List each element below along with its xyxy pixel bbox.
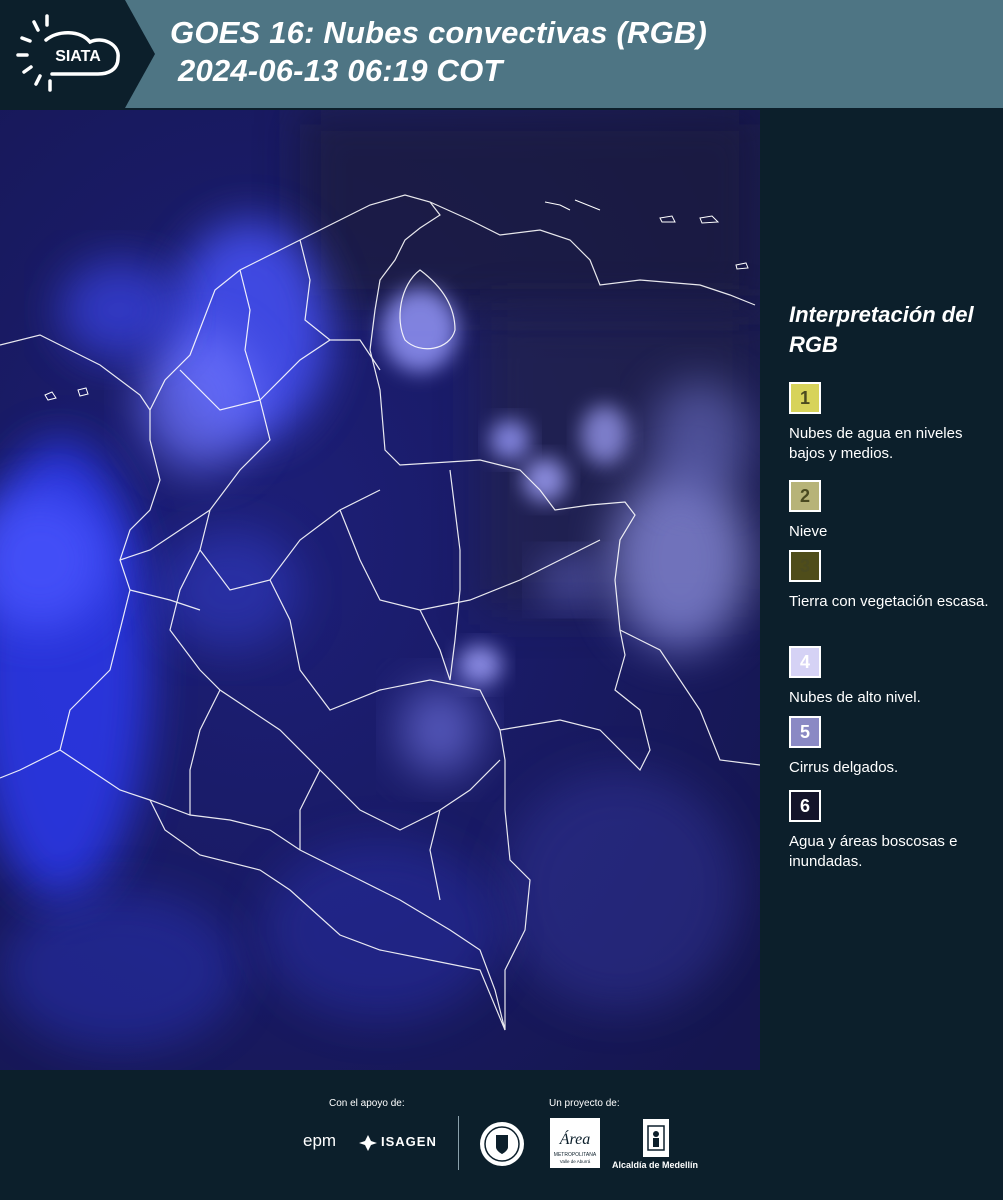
svg-text:Área: Área — [559, 1129, 591, 1148]
svg-text:Valle de Aburrá: Valle de Aburrá — [560, 1159, 591, 1164]
legend-title: Interpretación del RGB — [789, 302, 974, 357]
legend-swatch: 1 — [789, 382, 821, 414]
satellite-map — [0, 110, 760, 1070]
title-line-2: 2024-06-13 06:19 COT — [178, 53, 503, 88]
legend-swatch: 2 — [789, 480, 821, 512]
page-title: GOES 16: Nubes convectivas (RGB) 2024-06… — [170, 14, 707, 90]
isagen-logo-icon — [359, 1135, 377, 1151]
logo-block: SIATA — [0, 0, 155, 108]
legend-item-5: 5 Cirrus delgados. — [789, 716, 989, 778]
alcaldia-label: Alcaldía de Medellín — [612, 1160, 699, 1170]
svg-text:METROPOLITANA: METROPOLITANA — [554, 1152, 597, 1158]
legend-swatch: 3 — [789, 550, 821, 582]
header-bar: SIATA GOES 16: Nubes convectivas (RGB) 2… — [0, 0, 1003, 108]
title-line-1: GOES 16: Nubes convectivas (RGB) — [170, 15, 708, 50]
legend-swatch: 4 — [789, 646, 821, 678]
legend-label: Nubes de agua en niveles bajos y medios. — [789, 425, 963, 462]
legend-label: Tierra con vegetación escasa. — [789, 593, 989, 610]
legend-item-4: 4 Nubes de alto nivel. — [789, 646, 989, 708]
footer-divider — [458, 1116, 459, 1170]
legend-label: Nubes de alto nivel. — [789, 689, 921, 706]
area-metropolitana-logo: Área METROPOLITANA Valle de Aburrá — [550, 1118, 600, 1168]
legend-item-1: 1 Nubes de agua en niveles bajos y medios… — [789, 382, 989, 464]
siata-logo-text: SIATA — [55, 48, 101, 65]
legend-swatch: 6 — [789, 790, 821, 822]
medellin-seal-icon — [480, 1122, 524, 1166]
legend-item-6: 6 Agua y áreas boscosas e inundadas. — [789, 790, 989, 872]
legend-item-3: 3 Tierra con vegetación escasa. — [789, 550, 989, 612]
project-caption: Un proyecto de: — [549, 1098, 620, 1109]
legend-label: Agua y áreas boscosas e inundadas. — [789, 833, 958, 870]
epm-logo: epm — [303, 1131, 337, 1150]
alcaldia-emblem-icon — [643, 1119, 669, 1157]
isagen-logo: ISAGEN — [381, 1134, 437, 1149]
legend-label: Cirrus delgados. — [789, 759, 899, 776]
legend-label: Nieve — [789, 523, 828, 540]
legend-item-2: 2 Nieve — [789, 480, 989, 542]
support-caption: Con el apoyo de: — [329, 1098, 405, 1109]
legend-swatch: 5 — [789, 716, 821, 748]
